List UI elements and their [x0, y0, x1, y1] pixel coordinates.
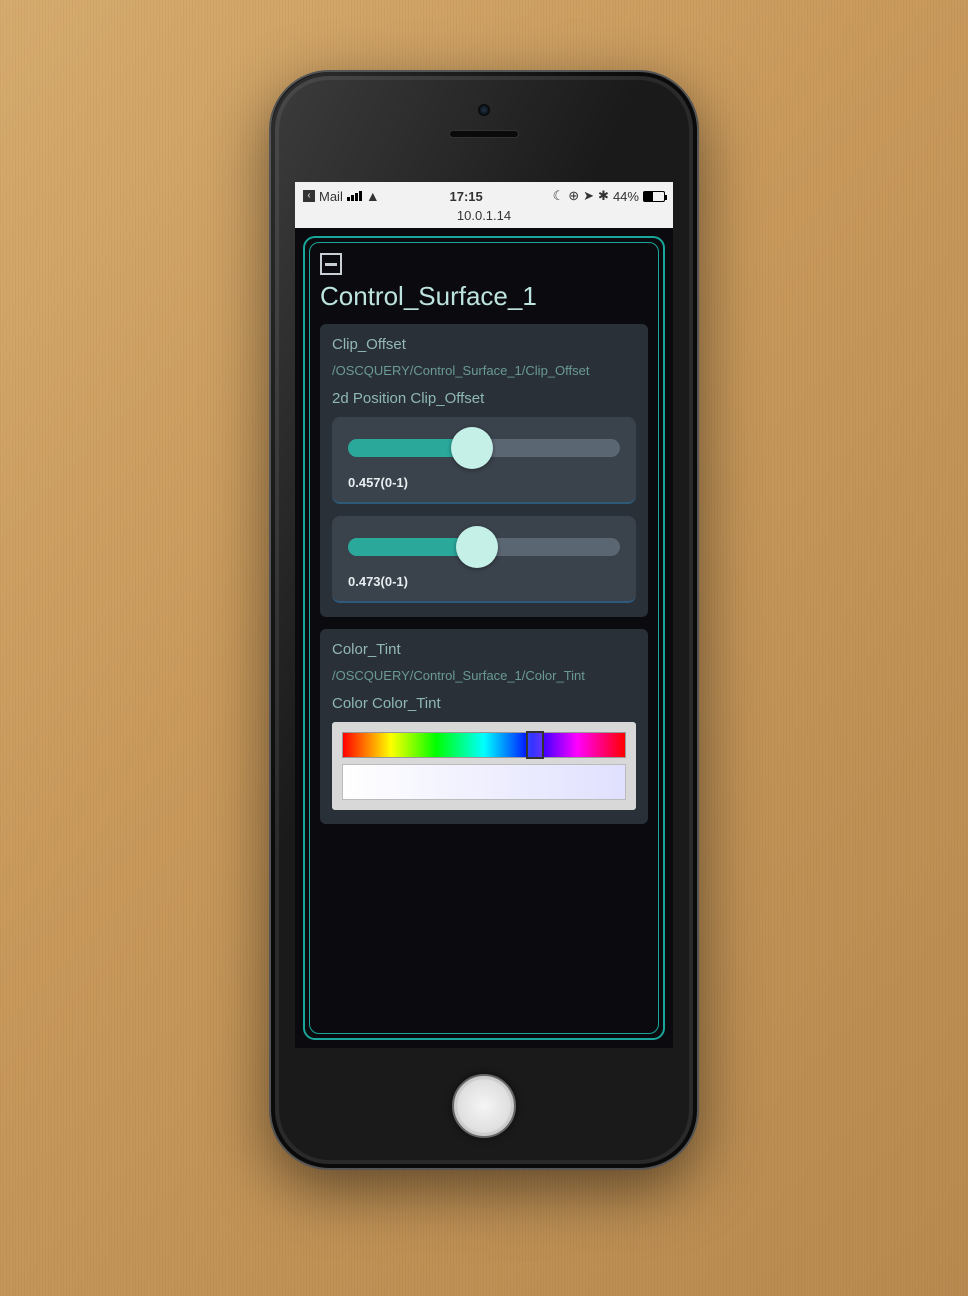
slider-card-y: 0.473(0-1): [332, 516, 636, 603]
home-button[interactable]: [452, 1074, 516, 1138]
orientation-lock-icon: ⊕: [568, 188, 579, 204]
bluetooth-icon: ✱: [598, 188, 609, 204]
volume-down-button: [269, 372, 271, 422]
address-bar[interactable]: 10.0.1.14: [295, 208, 673, 228]
slider-y[interactable]: [348, 538, 620, 556]
hue-strip[interactable]: [342, 732, 626, 758]
control-label: Color Color_Tint: [332, 695, 636, 712]
location-icon: ➤: [583, 188, 594, 204]
back-to-app-icon[interactable]: ‹: [303, 190, 315, 202]
collapse-icon[interactable]: [320, 253, 342, 275]
front-camera: [478, 104, 490, 116]
screen: ‹ Mail ▲ 17:15 ☾ ⊕ ➤ ✱ 44% 10.0.1.14: [295, 182, 673, 1048]
address-text: 10.0.1.14: [457, 208, 511, 223]
app-root: Control_Surface_1 Clip_Offset /OSCQUERY/…: [295, 228, 673, 1048]
section-color-tint: Color_Tint /OSCQUERY/Control_Surface_1/C…: [320, 629, 648, 824]
section-path: /OSCQUERY/Control_Surface_1/Clip_Offset: [332, 363, 636, 378]
battery-pct: 44%: [613, 189, 639, 204]
slider-thumb[interactable]: [456, 526, 498, 568]
section-name: Color_Tint: [332, 641, 636, 658]
satval-area[interactable]: [342, 764, 626, 800]
slider-thumb[interactable]: [451, 427, 493, 469]
battery-icon: [643, 191, 665, 202]
panel-outer-frame: Control_Surface_1 Clip_Offset /OSCQUERY/…: [303, 236, 665, 1040]
do-not-disturb-icon: ☾: [553, 188, 565, 204]
power-button: [697, 262, 699, 312]
control-label: 2d Position Clip_Offset: [332, 390, 636, 407]
status-bar: ‹ Mail ▲ 17:15 ☾ ⊕ ➤ ✱ 44%: [295, 182, 673, 208]
slider-card-x: 0.457(0-1): [332, 417, 636, 504]
back-to-app-label[interactable]: Mail: [319, 189, 343, 204]
section-clip-offset: Clip_Offset /OSCQUERY/Control_Surface_1/…: [320, 324, 648, 617]
page-title: Control_Surface_1: [320, 281, 648, 312]
earpiece: [449, 130, 519, 138]
hue-cursor[interactable]: [526, 731, 544, 759]
slider-readout-y: 0.473(0-1): [348, 574, 620, 589]
cellular-signal-icon: [347, 191, 362, 201]
mute-switch: [269, 252, 271, 282]
section-name: Clip_Offset: [332, 336, 636, 353]
color-picker[interactable]: [332, 722, 636, 810]
section-path: /OSCQUERY/Control_Surface_1/Color_Tint: [332, 668, 636, 683]
slider-x[interactable]: [348, 439, 620, 457]
slider-value: 0.457: [348, 475, 381, 490]
phone-chassis: ‹ Mail ▲ 17:15 ☾ ⊕ ➤ ✱ 44% 10.0.1.14: [269, 70, 699, 1170]
volume-up-button: [269, 302, 271, 352]
slider-value: 0.473: [348, 574, 381, 589]
clock: 17:15: [450, 189, 483, 204]
slider-readout-x: 0.457(0-1): [348, 475, 620, 490]
wifi-icon: ▲: [366, 188, 380, 204]
panel-inner-frame: Control_Surface_1 Clip_Offset /OSCQUERY/…: [309, 242, 659, 1034]
